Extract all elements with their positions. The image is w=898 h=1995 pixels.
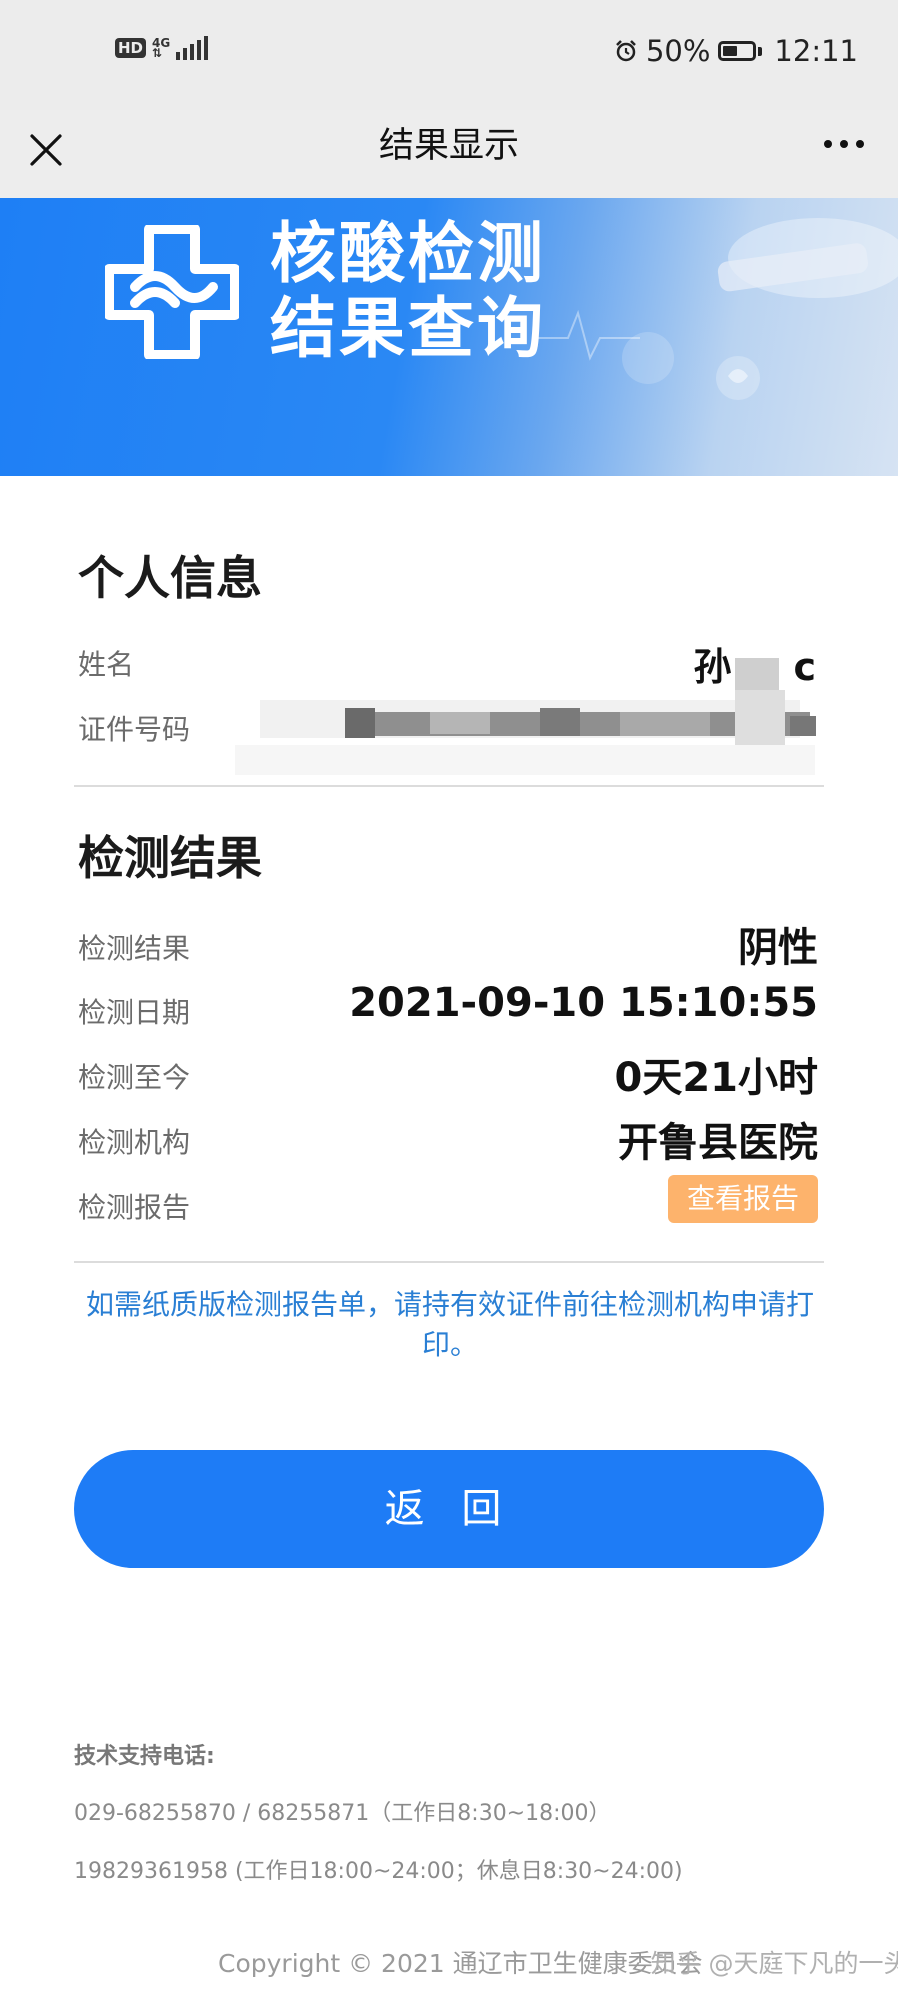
name-label: 姓名	[78, 648, 135, 681]
result-section-title: 检测结果	[78, 831, 262, 885]
battery-icon	[718, 41, 763, 61]
result-label: 检测结果	[78, 932, 191, 965]
medical-cross-logo	[105, 225, 239, 359]
banner-illustration	[538, 218, 898, 400]
institution-label: 检测机构	[78, 1126, 191, 1159]
more-icon[interactable]	[824, 140, 864, 148]
divider	[74, 785, 824, 787]
page-title: 结果显示	[378, 126, 519, 166]
personal-info-title: 个人信息	[78, 551, 262, 605]
copyright: Copyright © 2021 通辽市卫生健康委员会 知乎 @天庭下凡的一头猪	[218, 1944, 898, 1980]
support-phone-2: 19829361958 (工作日18:00~24:00；休息日8:30~24:0…	[74, 1859, 683, 1884]
institution-value: 开鲁县医院	[618, 1120, 818, 1166]
battery-percent: 50%	[645, 34, 711, 68]
network-type: 4G ⇅	[152, 36, 171, 60]
view-report-button[interactable]: 查看报告	[668, 1175, 818, 1223]
support-title: 技术支持电话:	[74, 1744, 215, 1769]
report-label: 检测报告	[78, 1191, 191, 1224]
clock: 12:11	[774, 34, 858, 68]
back-button[interactable]: 返 回	[74, 1450, 824, 1568]
divider	[74, 1261, 824, 1263]
elapsed-label: 检测至今	[78, 1061, 191, 1094]
hd-badge: HD	[115, 38, 147, 58]
network-indicators: HD 4G ⇅	[115, 36, 209, 60]
signal-icon	[176, 36, 209, 60]
result-value: 阴性	[738, 925, 818, 971]
system-indicators: 50% 12:11	[614, 34, 858, 68]
support-phone-1: 029-68255870 / 68255871（工作日8:30~18:00）	[74, 1801, 611, 1826]
banner-title: 核酸检测 结果查询	[270, 215, 546, 367]
alarm-icon	[616, 40, 636, 62]
status-bar: HD 4G ⇅ 50% 12:11	[0, 0, 898, 110]
id-label: 证件号码	[78, 713, 191, 746]
nav-bar: 结果显示	[0, 110, 898, 198]
watermark: 知乎 @天庭下凡的一头猪	[650, 1949, 898, 1978]
date-value: 2021-09-10 15:10:55	[349, 980, 818, 1026]
elapsed-value: 0天21小时	[614, 1055, 819, 1101]
banner: 核酸检测 结果查询	[0, 198, 898, 476]
date-label: 检测日期	[78, 996, 191, 1029]
paper-report-notice: 如需纸质版检测报告单，请持有效证件前往检测机构申请打印。	[85, 1288, 814, 1361]
